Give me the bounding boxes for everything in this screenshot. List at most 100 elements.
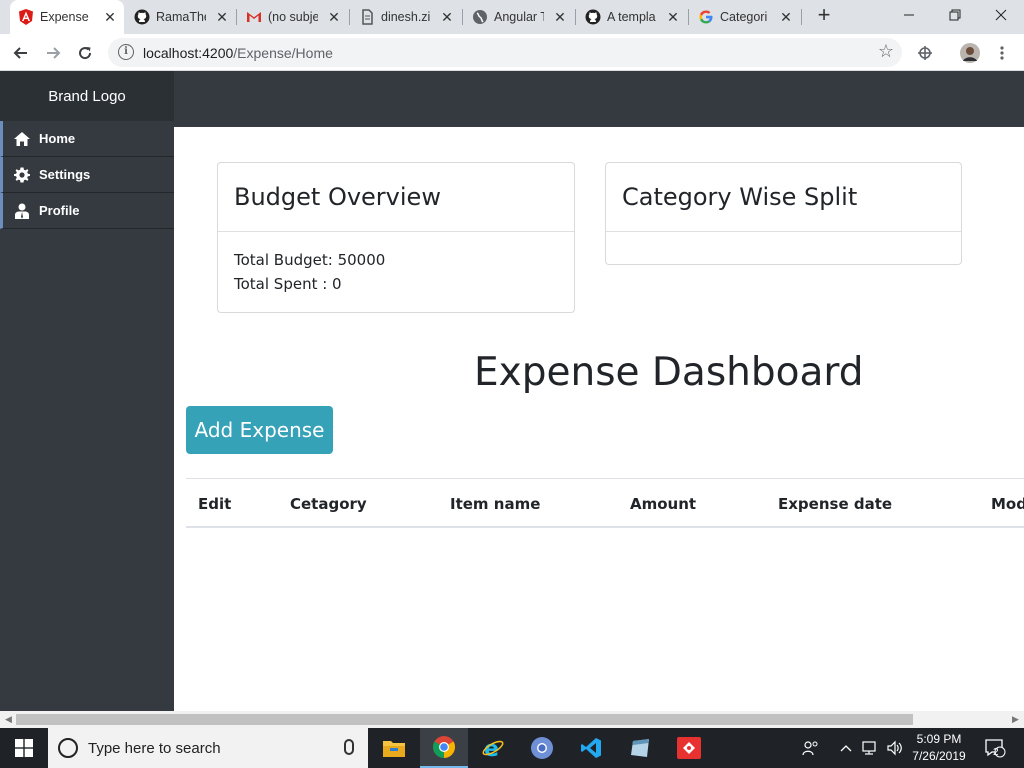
google-icon — [698, 9, 714, 25]
taskbar-search-box[interactable]: Type here to search — [48, 728, 368, 768]
gmail-icon — [246, 9, 262, 25]
file-icon — [359, 9, 375, 25]
expense-table-header: Edit Cetagory Item name Amount Expense d… — [186, 478, 1024, 528]
file-explorer-icon[interactable] — [370, 728, 418, 768]
tab-title: Expense — [40, 10, 89, 24]
clock-date: 7/26/2019 — [912, 749, 966, 763]
url-text: localhost:4200/Expense/Home — [143, 45, 333, 61]
chromium-icon[interactable] — [518, 728, 566, 768]
sidebar-item-home[interactable]: Home — [0, 121, 174, 157]
info-icon[interactable]: i — [118, 44, 134, 60]
sidebar-item-label: Profile — [39, 203, 80, 218]
close-icon[interactable]: ✕ — [102, 9, 118, 25]
arrow-left-icon — [13, 47, 27, 59]
tab-divider — [688, 9, 689, 25]
user-icon — [13, 202, 31, 220]
column-header-edit[interactable]: Edit — [198, 495, 231, 513]
arrow-right-icon — [47, 47, 61, 59]
scroll-right-icon[interactable]: ▶ — [1012, 714, 1019, 725]
add-expense-button[interactable]: Add Expense — [186, 406, 333, 454]
column-header-modified[interactable]: Mod — [991, 495, 1024, 513]
browser-tab-angular[interactable]: Angular T ✕ — [464, 0, 574, 34]
browser-toolbar: i localhost:4200/Expense/Home ☆ — [0, 34, 1024, 71]
tab-divider — [236, 9, 237, 25]
menu-kebab-icon[interactable] — [989, 40, 1015, 66]
close-icon[interactable]: ✕ — [778, 9, 794, 25]
reload-button[interactable] — [72, 40, 98, 66]
sidebar: Brand Logo Home Settings Profile — [0, 71, 174, 711]
windows-start-button[interactable] — [0, 728, 48, 768]
restore-button[interactable] — [932, 0, 978, 30]
tab-title: dinesh.zi — [381, 10, 431, 24]
sidebar-item-label: Home — [39, 131, 76, 146]
scrollbar-thumb[interactable] — [16, 714, 913, 725]
brand-logo[interactable]: Brand Logo — [0, 71, 174, 121]
git-app-icon[interactable] — [665, 728, 713, 768]
close-icon[interactable]: ✕ — [665, 9, 681, 25]
tab-title: A templa — [607, 10, 656, 24]
chevron-up-icon[interactable] — [836, 728, 856, 768]
scroll-left-icon[interactable]: ◀ — [5, 714, 12, 725]
home-icon — [13, 130, 31, 148]
budget-overview-card: Budget Overview Total Budget: 50000 Tota… — [217, 162, 575, 313]
card-title: Budget Overview — [218, 163, 574, 232]
tab-divider — [349, 9, 350, 25]
close-icon[interactable]: ✕ — [214, 9, 230, 25]
github-icon — [134, 9, 150, 25]
app-header — [174, 71, 1024, 127]
profile-avatar[interactable] — [957, 40, 983, 66]
close-icon[interactable]: ✕ — [326, 9, 342, 25]
page-title: Expense Dashboard — [474, 350, 864, 395]
github-icon — [585, 9, 601, 25]
browser-tab-github-1[interactable]: RamaThe ✕ — [126, 0, 236, 34]
sidebar-item-label: Settings — [39, 167, 91, 182]
new-tab-button[interactable]: + — [812, 4, 836, 28]
minimize-button[interactable] — [886, 0, 932, 30]
browser-tab-expense[interactable]: Expense ✕ — [10, 0, 124, 34]
internet-explorer-icon[interactable]: e — [469, 728, 517, 768]
people-icon[interactable] — [798, 728, 824, 768]
close-window-button[interactable] — [978, 0, 1024, 30]
notification-center-icon[interactable]: 2 — [980, 728, 1010, 768]
angular-icon — [18, 9, 34, 25]
close-icon[interactable]: ✕ — [439, 9, 455, 25]
column-header-category[interactable]: Cetagory — [290, 495, 367, 513]
extension-icon[interactable] — [912, 40, 938, 66]
bookmark-star-icon[interactable]: ☆ — [878, 41, 894, 62]
gear-icon — [13, 166, 31, 184]
vscode-icon[interactable] — [567, 728, 615, 768]
system-clock[interactable]: 5:09 PM 7/26/2019 — [906, 731, 972, 765]
total-spent-text: Total Spent : 0 — [234, 275, 342, 293]
browser-tab-gmail[interactable]: (no subje ✕ — [238, 0, 348, 34]
chrome-icon[interactable] — [420, 728, 468, 768]
address-bar[interactable]: i localhost:4200/Expense/Home ☆ — [108, 38, 902, 67]
windows-taskbar: Type here to search e 5:09 PM 7/26/2019 … — [0, 728, 1024, 768]
tab-title: Angular T — [494, 10, 544, 24]
microphone-icon[interactable] — [344, 739, 354, 755]
card-title: Category Wise Split — [606, 163, 961, 232]
column-header-amount[interactable]: Amount — [630, 495, 696, 513]
sidebar-item-settings[interactable]: Settings — [0, 157, 174, 193]
globe-icon — [472, 9, 488, 25]
volume-icon[interactable] — [884, 728, 906, 768]
column-header-item-name[interactable]: Item name — [450, 495, 540, 513]
category-split-card: Category Wise Split — [605, 162, 962, 265]
tab-divider — [575, 9, 576, 25]
browser-tab-file[interactable]: dinesh.zi ✕ — [351, 0, 461, 34]
app-window-icon[interactable] — [616, 728, 664, 768]
horizontal-scrollbar[interactable]: ◀ ▶ — [0, 711, 1024, 728]
back-button[interactable] — [8, 40, 34, 66]
browser-tab-google[interactable]: Categori ✕ — [690, 0, 800, 34]
forward-button[interactable] — [40, 40, 66, 66]
close-icon[interactable]: ✕ — [552, 9, 568, 25]
network-icon[interactable] — [860, 728, 882, 768]
total-budget-text: Total Budget: 50000 — [234, 251, 386, 269]
sidebar-item-profile[interactable]: Profile — [0, 193, 174, 229]
browser-tab-github-2[interactable]: A templa ✕ — [577, 0, 687, 34]
tab-title: Categori — [720, 10, 768, 24]
reload-icon — [79, 47, 92, 60]
column-header-expense-date[interactable]: Expense date — [778, 495, 892, 513]
tab-divider — [462, 9, 463, 25]
card-body: Total Budget: 50000 Total Spent : 0 — [218, 232, 574, 312]
tab-title: (no subje — [268, 10, 318, 24]
